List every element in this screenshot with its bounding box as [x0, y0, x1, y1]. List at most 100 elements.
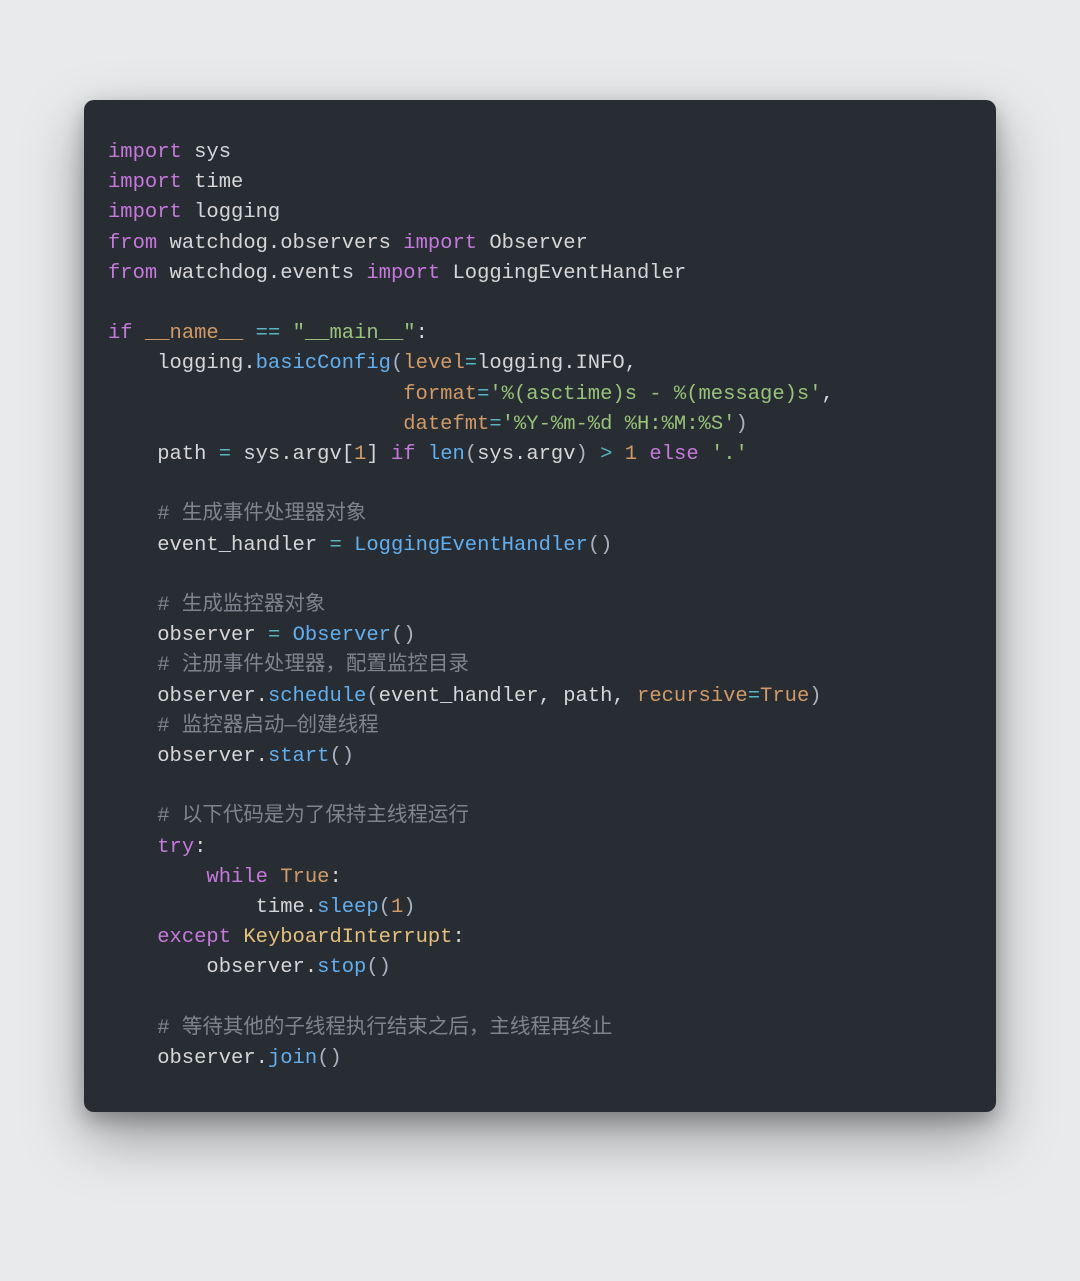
code-token-num: 1 [354, 443, 366, 466]
code-token-plain [416, 443, 428, 466]
code-token-bool: True [760, 685, 809, 708]
code-token-func: LoggingEventHandler [354, 534, 588, 557]
code-token-plain: watchdog.events [157, 262, 366, 285]
code-token-kw: if [108, 322, 133, 345]
code-token-kw: import [403, 232, 477, 255]
code-token-plain: : [452, 926, 464, 949]
code-token-plain: : [329, 866, 341, 889]
code-token-plain [108, 715, 157, 738]
code-token-func: Observer [293, 624, 391, 647]
code-token-punc: ) [809, 685, 821, 708]
code-token-cmt: # 生成事件处理器对象 [157, 503, 366, 526]
code-token-punc: ) [735, 413, 747, 436]
code-token-param: datefmt [403, 413, 489, 436]
code-token-cmt: # 等待其他的子线程执行结束之后，主线程再终止 [157, 1017, 612, 1040]
code-token-kw: from [108, 262, 157, 285]
code-token-op: = [489, 413, 501, 436]
code-token-plain: time [182, 171, 244, 194]
code-token-param: level [403, 352, 465, 375]
code-token-op: = [748, 685, 760, 708]
code-token-op: = [219, 443, 231, 466]
code-token-plain [108, 654, 157, 677]
code-token-plain: event_handler, path, [379, 685, 637, 708]
code-token-plain [588, 443, 600, 466]
code-token-plain: observer [108, 624, 268, 647]
code-token-plain [108, 805, 157, 828]
code-token-dun: __name__ [145, 322, 243, 345]
code-token-plain [699, 443, 711, 466]
code-token-punc: () [391, 624, 416, 647]
code-token-plain: : [416, 322, 428, 345]
code-token-num: 1 [391, 896, 403, 919]
code-token-plain [243, 322, 255, 345]
code-token-kw: from [108, 232, 157, 255]
code-token-plain [133, 322, 145, 345]
code-token-plain [108, 866, 206, 889]
code-token-str: "__main__" [293, 322, 416, 345]
code-token-plain [231, 926, 243, 949]
code-token-plain: watchdog.observers [157, 232, 403, 255]
code-token-plain: logging.INFO, [477, 352, 637, 375]
code-token-cls: KeyboardInterrupt [243, 926, 452, 949]
code-token-plain: event_handler [108, 534, 329, 557]
code-token-bool: True [280, 866, 329, 889]
code-token-plain [280, 322, 292, 345]
code-token-plain: Observer [477, 232, 588, 255]
code-token-plain [108, 413, 403, 436]
code-token-plain: , [822, 383, 834, 406]
code-token-kw: while [206, 866, 268, 889]
code-token-punc: ( [391, 352, 403, 375]
code-token-plain: logging [182, 201, 280, 224]
code-token-plain [342, 534, 354, 557]
code-token-punc: ( [366, 685, 378, 708]
code-token-func: sleep [317, 896, 379, 919]
code-token-func: join [268, 1047, 317, 1070]
code-token-op: = [477, 383, 489, 406]
code-token-punc: ( [465, 443, 477, 466]
code-token-func: start [268, 745, 330, 768]
code-token-plain [108, 383, 403, 406]
code-token-plain: observer. [108, 745, 268, 768]
code-block-card: import sys import time import logging fr… [84, 100, 996, 1112]
code-token-op: = [329, 534, 341, 557]
code-token-plain: : [194, 836, 206, 859]
code-token-str: '%Y-%m-%d %H:%M:%S' [502, 413, 736, 436]
code-token-plain [108, 1017, 157, 1040]
code-token-kw: except [157, 926, 231, 949]
code-token-punc: () [366, 956, 391, 979]
code-token-func: schedule [268, 685, 366, 708]
code-token-punc: ( [379, 896, 391, 919]
code-token-str: '.' [711, 443, 748, 466]
code-token-punc: () [588, 534, 613, 557]
code-token-plain [108, 594, 157, 617]
code-token-kw: import [108, 141, 182, 164]
code-content: import sys import time import logging fr… [108, 138, 972, 1074]
code-token-str: '%(asctime)s - %(message)s' [489, 383, 821, 406]
code-token-plain [268, 866, 280, 889]
code-token-plain: sys [182, 141, 231, 164]
code-token-cmt: # 注册事件处理器，配置监控目录 [157, 654, 469, 677]
code-token-plain: observer. [108, 1047, 268, 1070]
code-token-plain: sys.argv [477, 443, 575, 466]
code-token-plain [280, 624, 292, 647]
code-token-kw: if [391, 443, 416, 466]
code-token-punc: () [329, 745, 354, 768]
code-token-punc: ) [576, 443, 588, 466]
code-token-op: = [268, 624, 280, 647]
code-token-op: = [465, 352, 477, 375]
code-token-cmt: # 生成监控器对象 [157, 594, 325, 617]
code-token-func: stop [317, 956, 366, 979]
code-token-func: basicConfig [256, 352, 391, 375]
code-token-kw: import [366, 262, 440, 285]
code-token-plain [108, 836, 157, 859]
code-token-punc: () [317, 1047, 342, 1070]
code-token-plain: LoggingEventHandler [440, 262, 686, 285]
code-token-num: 1 [625, 443, 637, 466]
code-token-plain [612, 443, 624, 466]
code-token-cmt: # 监控器启动—创建线程 [157, 715, 378, 738]
code-token-kw: import [108, 201, 182, 224]
code-token-func: len [428, 443, 465, 466]
code-token-plain [108, 926, 157, 949]
code-token-plain: sys.argv[ [231, 443, 354, 466]
code-token-plain: path [108, 443, 219, 466]
